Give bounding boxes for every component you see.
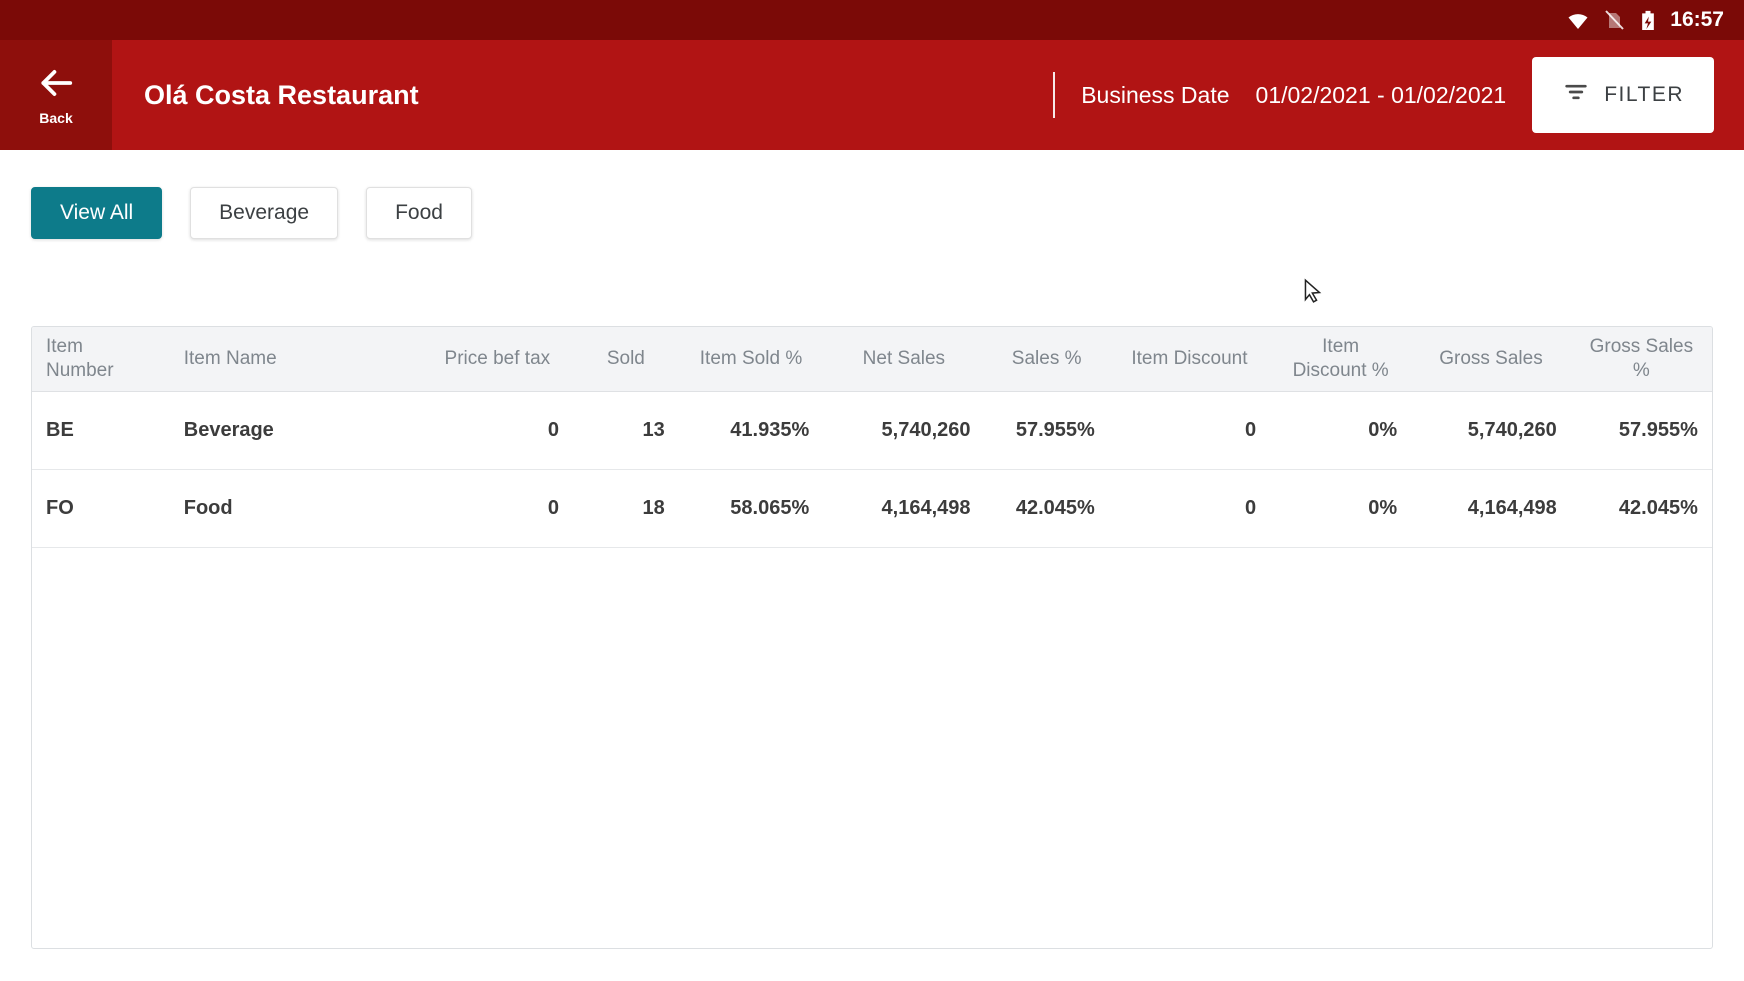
table-cell: 4,164,498 [1411,489,1571,528]
table-cell: 0 [422,411,573,450]
filter-button[interactable]: FILTER [1532,57,1714,133]
column-header: Sales % [985,339,1109,379]
column-header: Net Sales [823,339,984,379]
table-header-row: Item NumberItem NamePrice bef taxSoldIte… [32,327,1712,392]
table-cell: 42.045% [985,489,1109,528]
back-button[interactable]: Back [0,40,112,150]
header-divider [1053,72,1055,118]
column-header: Item Discount % [1270,327,1411,391]
status-time: 16:57 [1670,8,1724,32]
table-body: BEBeverage01341.935%5,740,26057.955%00%5… [32,392,1712,548]
chip-view-all[interactable]: View All [31,187,162,239]
table-cell: 57.955% [1571,411,1712,450]
column-header: Item Name [170,339,422,379]
table-row[interactable]: FOFood01858.065%4,164,49842.045%00%4,164… [32,470,1712,548]
table-cell: 5,740,260 [823,411,984,450]
table-cell: 0 [422,489,573,528]
sales-table: Item NumberItem NamePrice bef taxSoldIte… [31,326,1713,949]
table-cell: BE [32,411,170,450]
table-cell: FO [32,489,170,528]
table-cell: 0 [1109,411,1270,450]
column-header: Item Discount [1109,339,1270,379]
table-cell: 42.045% [1571,489,1712,528]
back-label: Back [39,110,72,126]
table-cell: 5,740,260 [1411,411,1571,450]
mouse-cursor [1300,278,1326,311]
chip-food[interactable]: Food [366,187,472,239]
header-right-group: Business Date 01/02/2021 - 01/02/2021 FI… [1053,57,1714,133]
column-header: Item Sold % [679,339,823,379]
business-date-value: 01/02/2021 - 01/02/2021 [1256,82,1507,109]
page-title: Olá Costa Restaurant [144,80,419,111]
table-cell: 0 [1109,489,1270,528]
app-header: Back Olá Costa Restaurant Business Date … [0,40,1744,150]
table-cell: 41.935% [679,411,823,450]
column-header: Price bef tax [422,339,573,379]
column-header: Item Number [32,327,170,391]
sim-off-icon [1602,8,1626,32]
column-header: Sold [573,339,679,379]
status-bar: 16:57 [0,0,1744,40]
table-cell: Food [170,489,422,528]
wifi-icon [1566,8,1590,32]
column-header: Gross Sales % [1571,327,1712,391]
column-header: Gross Sales [1411,339,1571,379]
filter-button-label: FILTER [1604,83,1684,107]
table-cell: 58.065% [679,489,823,528]
table-cell: 0% [1270,411,1411,450]
filter-icon [1562,78,1590,112]
table-cell: 0% [1270,489,1411,528]
battery-charging-icon [1638,8,1658,32]
screen: 16:57 Back Olá Costa Restaurant Business… [0,0,1744,981]
table-cell: 4,164,498 [823,489,984,528]
table-row[interactable]: BEBeverage01341.935%5,740,26057.955%00%5… [32,392,1712,470]
back-arrow-icon [33,64,79,107]
table-cell: 13 [573,411,679,450]
table-cell: 18 [573,489,679,528]
chip-beverage[interactable]: Beverage [190,187,338,239]
category-filter-bar: View All Beverage Food [31,187,1744,239]
table-cell: Beverage [170,411,422,450]
business-date-label: Business Date [1081,82,1229,109]
table-cell: 57.955% [985,411,1109,450]
